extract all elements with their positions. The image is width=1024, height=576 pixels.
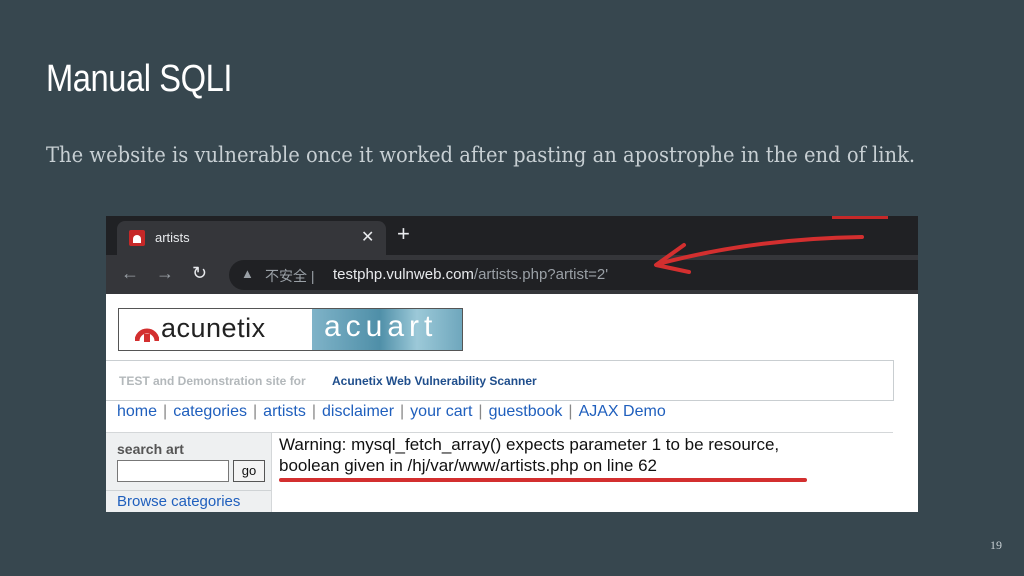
menu-separator: | [163, 403, 168, 420]
menu-item-disclaimer[interactable]: disclaimer [322, 403, 394, 420]
menu-separator: | [400, 403, 405, 420]
menu-separator: | [568, 403, 573, 420]
slide-number: 19 [990, 538, 1002, 552]
acunetix-logo[interactable]: acunetix acuart [118, 308, 463, 351]
banner-prefix: TEST and Demonstration site for [119, 374, 306, 388]
browse-categories-link[interactable]: Browse categories [117, 493, 240, 510]
menu-item-categories[interactable]: categories [173, 403, 247, 420]
menu-separator: | [311, 403, 316, 420]
slide-body-text: The website is vulnerable once it worked… [46, 143, 916, 167]
site-banner: TEST and Demonstration site for Acunetix… [106, 360, 894, 401]
php-warning: Warning: mysql_fetch_array() expects par… [279, 434, 879, 476]
sidebar: search art go Browse categories [106, 433, 272, 512]
logo-acuart-text: acuart [324, 310, 438, 343]
logo-acuart-panel: acuart [312, 309, 462, 350]
menu-item-ajax-demo[interactable]: AJAX Demo [579, 403, 666, 420]
search-label: search art [117, 441, 184, 457]
search-input[interactable] [117, 460, 229, 482]
banner-scanner-link[interactable]: Acunetix Web Vulnerability Scanner [332, 374, 537, 388]
go-button[interactable]: go [233, 460, 265, 482]
annotation-arrow [654, 235, 864, 274]
site-menu: home | categories | artists | disclaimer | your … [117, 403, 666, 421]
menu-separator: | [478, 403, 483, 420]
annotation-arrow-shaft [656, 235, 864, 266]
menu-item-your-cart[interactable]: your cart [410, 403, 472, 420]
logo-acunetix-text: acunetix [161, 313, 266, 343]
acunetix-logo-icon [135, 328, 159, 342]
warning-line-1: Warning: mysql_fetch_array() expects par… [279, 435, 780, 454]
warning-line-2: boolean given in /hj/var/www/artists.php… [279, 456, 657, 475]
browser-screenshot: artists ✕ + ← → ↻ ▲ 不安全 | testphp.vulnwe… [106, 216, 918, 512]
slide-title: Manual SQLI [46, 58, 233, 100]
annotation-underline [279, 478, 807, 482]
sidebar-divider [106, 490, 271, 491]
menu-separator: | [253, 403, 258, 420]
menu-item-home[interactable]: home [117, 403, 157, 420]
menu-item-artists[interactable]: artists [263, 403, 306, 420]
menu-item-guestbook[interactable]: guestbook [489, 403, 563, 420]
